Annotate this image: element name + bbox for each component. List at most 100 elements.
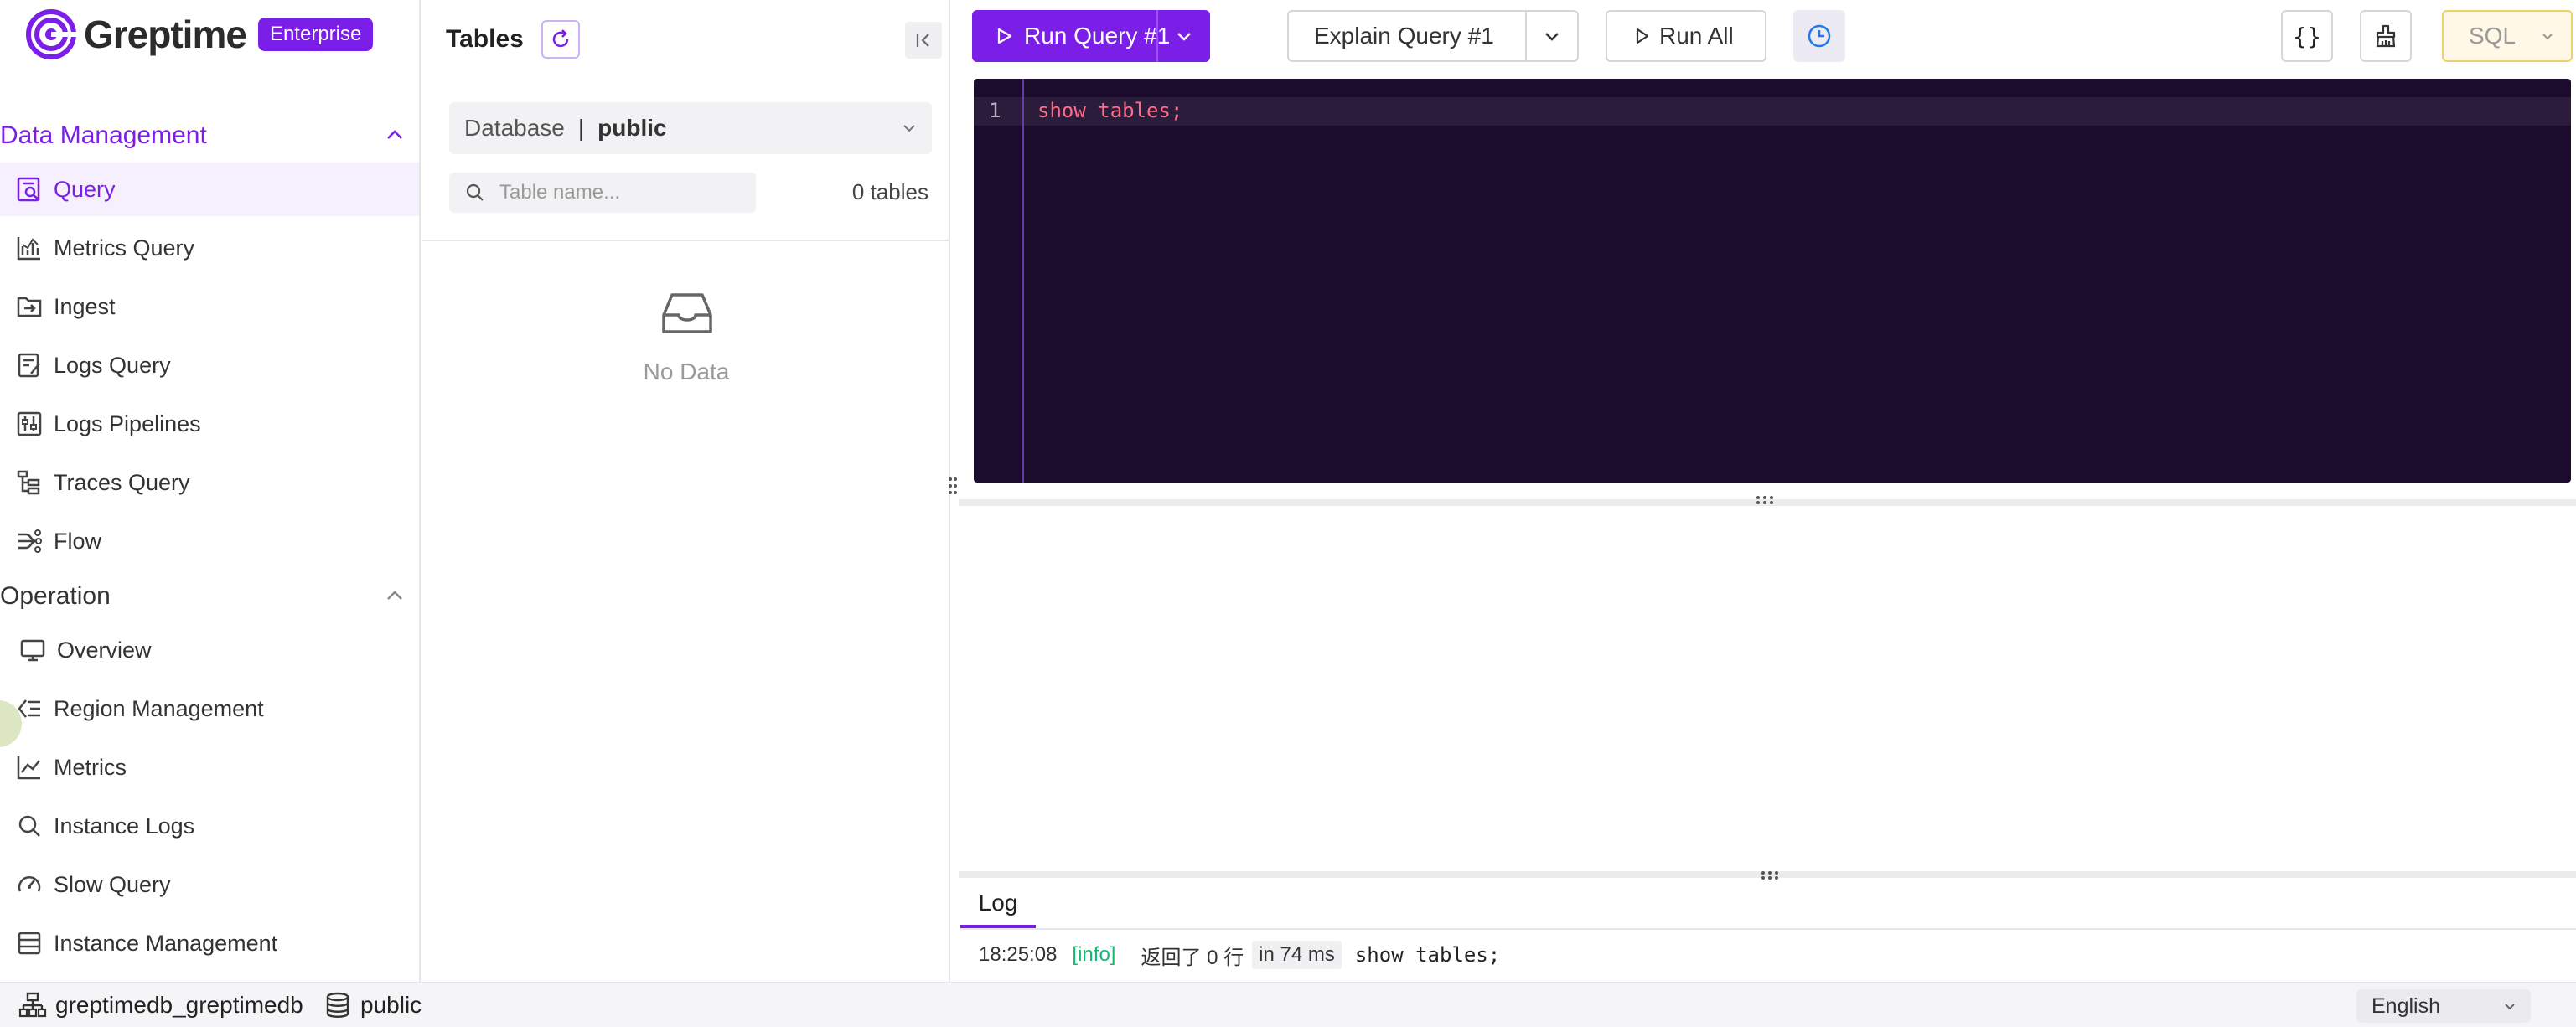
sidebar-item-metrics[interactable]: Metrics <box>0 741 419 794</box>
ui-language-select[interactable]: English <box>2356 989 2531 1023</box>
query-icon <box>15 175 44 204</box>
database-name: public <box>360 992 422 1018</box>
chevron-down-icon <box>2542 34 2553 40</box>
explain-query-dropdown[interactable] <box>1525 12 1577 60</box>
table-search-input[interactable] <box>499 181 734 204</box>
sidebar-item-label: Slow Query <box>54 871 171 897</box>
run-query-label: Run Query #1 <box>1024 23 1171 49</box>
sidebar-item-label: Instance Logs <box>54 813 195 839</box>
sidebar-item-metrics-query[interactable]: Metrics Query <box>0 221 419 275</box>
query-language-select[interactable]: SQL <box>2442 10 2573 62</box>
sidebar-item-flow[interactable]: Flow <box>0 514 419 568</box>
instance-name: greptimedb_greptimedb <box>55 992 303 1018</box>
table-search-box[interactable] <box>449 173 756 213</box>
sidebar-item-traces-query[interactable]: Traces Query <box>0 456 419 509</box>
brand-name: Greptime <box>84 13 247 56</box>
sql-editor[interactable]: 1 show tables; <box>974 79 2571 483</box>
sidebar-item-ingest[interactable]: Ingest <box>0 280 419 333</box>
database-value: public <box>597 115 667 141</box>
drag-handle-icon[interactable] <box>1753 870 1787 881</box>
explain-query-label: Explain Query #1 <box>1314 23 1494 49</box>
chevron-down-icon <box>1177 33 1191 41</box>
sidebar-item-logs-pipelines[interactable]: Logs Pipelines <box>0 397 419 451</box>
run-query-button[interactable]: Run Query #1 <box>972 10 1210 62</box>
brand-logo[interactable]: Greptime Enterprise <box>25 8 374 60</box>
sidebar-item-query[interactable]: Query <box>0 163 419 216</box>
section-title: Operation <box>0 582 111 610</box>
edition-badge: Enterprise <box>257 18 374 51</box>
sidebar-item-label: Logs Pipelines <box>54 410 201 436</box>
sidebar-item-region-management[interactable]: Region Management <box>0 682 419 735</box>
broom-icon <box>2376 24 2396 48</box>
format-code-button[interactable]: {} <box>2281 10 2333 62</box>
chevron-up-icon[interactable] <box>385 586 404 605</box>
empty-state-text: No Data <box>643 359 730 384</box>
divider <box>422 240 949 241</box>
collapse-left-icon <box>916 34 929 47</box>
line-chart-icon <box>15 753 44 782</box>
sidebar-item-label: Flow <box>54 528 102 554</box>
sidebar-item-label: Instance Management <box>54 930 278 956</box>
ingest-icon <box>15 292 44 321</box>
sidebar-item-label: Traces Query <box>54 469 190 495</box>
sidebar-item-label: Logs Query <box>54 352 171 378</box>
query-history-button[interactable] <box>1793 10 1845 62</box>
play-icon <box>1636 28 1649 44</box>
table-icon <box>15 929 44 957</box>
database-icon <box>326 992 349 1018</box>
run-query-dropdown[interactable] <box>1156 10 1210 62</box>
inbox-icon <box>662 293 712 333</box>
tab-log[interactable]: Log <box>960 881 1036 928</box>
section-title: Data Management <box>0 121 207 149</box>
greptime-logo-icon <box>26 9 76 59</box>
panel-resize-handle[interactable] <box>947 476 959 496</box>
section-data-management[interactable]: Data Management <box>0 112 419 159</box>
status-instance[interactable]: greptimedb_greptimedb <box>18 991 303 1019</box>
sidebar-item-label: Query <box>54 176 116 202</box>
results-area <box>959 506 2576 871</box>
run-all-label: Run All <box>1659 23 1734 49</box>
tables-panel: Tables Database | public 0 tables No Dat… <box>422 0 950 982</box>
chevron-up-icon[interactable] <box>385 126 404 144</box>
refresh-tables-button[interactable] <box>541 20 580 59</box>
format-braces-label: {} <box>2293 22 2321 50</box>
explain-query-button[interactable]: Explain Query #1 <box>1287 10 1579 62</box>
sidebar-item-label: Metrics Query <box>54 235 195 261</box>
search-icon <box>466 183 484 201</box>
clear-editor-button[interactable] <box>2360 10 2412 62</box>
status-bar: greptimedb_greptimedb public English <box>0 982 2576 1027</box>
sidebar-item-label: Metrics <box>54 754 127 780</box>
sidebar-item-label: Region Management <box>54 695 264 721</box>
chevron-down-icon <box>1545 33 1559 41</box>
database-label: Database <box>464 115 565 141</box>
sidebar-item-label: Ingest <box>54 293 116 319</box>
database-select[interactable]: Database | public <box>449 102 932 154</box>
editor-gutter <box>974 79 1024 483</box>
query-language-value: SQL <box>2469 23 2517 49</box>
clock-icon <box>1808 24 1831 48</box>
play-icon <box>997 28 1012 44</box>
section-operation[interactable]: Operation <box>0 573 419 620</box>
sidebar-item-slow-query[interactable]: Slow Query <box>0 858 419 911</box>
pipeline-icon <box>15 410 44 438</box>
refresh-icon <box>552 29 569 48</box>
run-all-button[interactable]: Run All <box>1606 10 1766 62</box>
chevron-down-icon <box>2505 1004 2515 1010</box>
sidebar-item-overview[interactable]: Overview <box>0 623 419 677</box>
logs-query-icon <box>15 351 44 379</box>
log-entry: 18:25:08 [info] 返回了 0 行 in 74 ms show ta… <box>979 940 1500 970</box>
active-line-highlight <box>974 97 2571 126</box>
drag-handle-icon[interactable] <box>1748 494 1782 506</box>
sidebar-item-logs-query[interactable]: Logs Query <box>0 338 419 392</box>
log-sql: show tables; <box>1354 943 1501 967</box>
search-icon <box>15 812 44 840</box>
divider <box>960 928 2576 930</box>
code-line[interactable]: show tables; <box>1037 99 1182 122</box>
collapse-panel-button[interactable] <box>905 22 942 59</box>
status-database[interactable]: public <box>323 991 422 1019</box>
sidebar-item-instance-logs[interactable]: Instance Logs <box>0 799 419 853</box>
flow-icon <box>15 527 44 555</box>
line-number: 1 <box>989 99 1001 122</box>
table-count: 0 tables <box>851 179 928 204</box>
sidebar-item-instance-management[interactable]: Instance Management <box>0 916 419 970</box>
